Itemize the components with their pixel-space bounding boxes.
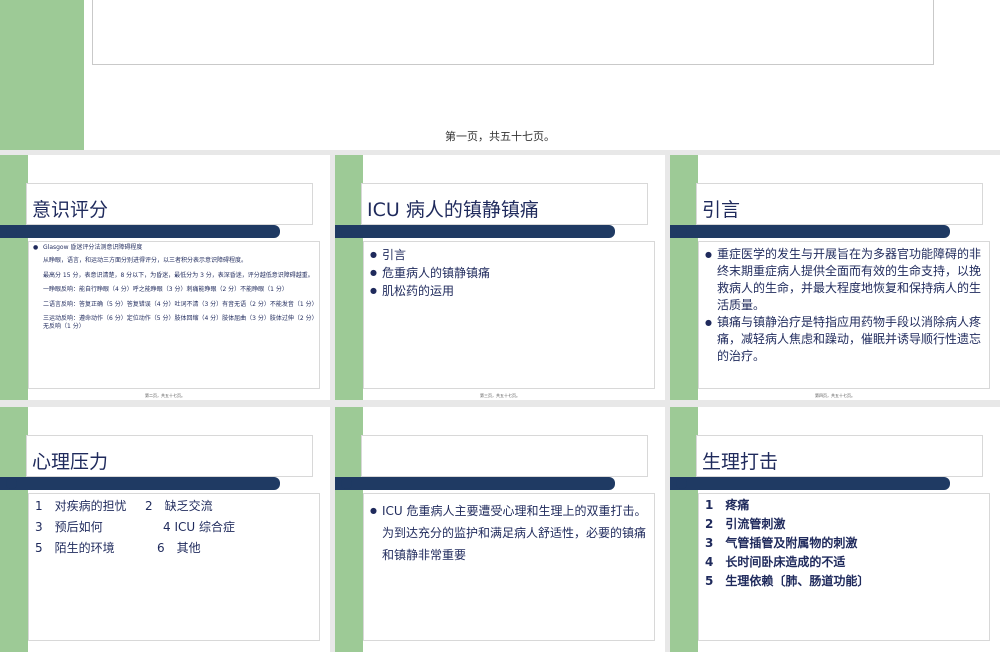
bullet-icon: ● <box>370 506 377 515</box>
bar-dot <box>341 478 352 489</box>
content-box: 1 对疾病的担忧 2 缺乏交流 3 预后如何 4 ICU 综合症 5 陌生的环境… <box>28 493 320 641</box>
page-footer: 第四页，共五十七页。 <box>815 393 855 398</box>
list-row: 1 对疾病的担忧 2 缺乏交流 <box>35 496 313 517</box>
slide-4: 引言 ● 重症医学的发生与开展旨在为多器官功能障碍的非终末期重症病人提供全面而有效… <box>670 155 1000 400</box>
green-band <box>0 155 28 400</box>
green-band <box>335 155 363 400</box>
slide-2: 意识评分 ● Glasgow 昏迷评分法测意识障碍程度 从睁眼，语言，和运动三方… <box>0 155 330 400</box>
bullet-icon: ● <box>33 244 39 251</box>
green-band <box>335 407 363 652</box>
item-text: 3 预后如何 <box>35 520 103 534</box>
bullet-item: ● Glasgow 昏迷评分法测意识障碍程度 <box>33 244 315 252</box>
bar-dot <box>676 226 687 237</box>
title-bar <box>670 477 950 490</box>
bar-dot <box>6 478 17 489</box>
list-item: ● 重症医学的发生与开展旨在为多器官功能障碍的非终末期重症病人提供全面而有效的生命… <box>705 246 983 314</box>
slide-7: 生理打击 1 疼痛 2 引流管刺激 3 气管插管及附属物的刺激 4 长时间卧床造… <box>670 407 1000 652</box>
content-box: ● ICU 危重病人主要遭受心理和生理上的双重打击。为到达充分的监护和满足病人舒适… <box>363 493 655 641</box>
paragraph: 一睁眼反响：能自行睁眼（4 分）呼之能睁眼（3 分）刺痛能睁眼（2 分）不能睁眼… <box>43 286 288 294</box>
bullet-icon: ● <box>370 250 377 259</box>
paragraph: 最高分 15 分，表意识清楚，8 分以下，为昏迷，最低分为 3 分，表深昏迷，评… <box>43 271 314 279</box>
item-text: 危重病人的镇静镇痛 <box>382 266 491 280</box>
title-bar <box>670 225 950 238</box>
item-text: 引言 <box>382 248 407 262</box>
bullet-icon: ● <box>705 318 712 327</box>
item-text: 肌松药的运用 <box>382 284 455 298</box>
slide-title: ICU 病人的镇静镇痛 <box>367 199 539 221</box>
slide-6: ● ICU 危重病人主要遭受心理和生理上的双重打击。为到达充分的监护和满足病人舒适… <box>335 407 665 652</box>
list-item: 3 气管插管及附属物的刺激 <box>705 536 858 550</box>
title-bar <box>335 225 615 238</box>
list-item: ● 镇痛与镇静治疗是特指应用药物手段以消除病人疼痛，减轻病人焦虑和躁动，催眠并诱导… <box>705 314 983 365</box>
slide-3: ICU 病人的镇静镇痛 ● 引言 ● 危重病人的镇静镇痛 ● 肌松药的运用 第三页，共… <box>335 155 665 400</box>
page-footer: 第一页，共五十七页。 <box>445 130 555 143</box>
bar-dot <box>341 226 352 237</box>
page-footer: 第三页，共五十七页。 <box>480 393 520 398</box>
list-item: ● ICU 危重病人主要遭受心理和生理上的双重打击。为到达充分的监护和满足病人舒适… <box>370 500 648 566</box>
list-item: ● 肌松药的运用 <box>370 282 648 300</box>
title-bar <box>335 477 615 490</box>
list-item: ● 引言 <box>370 246 648 264</box>
item-text: ICU 危重病人主要遭受心理和生理上的双重打击。为到达充分的监护和满足病人舒适性… <box>382 504 647 562</box>
item-text: 镇痛与镇静治疗是特指应用药物手段以消除病人疼痛，减轻病人焦虑和躁动，催眠并诱导顺… <box>717 315 982 363</box>
content-box: 1 疼痛 2 引流管刺激 3 气管插管及附属物的刺激 4 长时间卧床造成的不适 … <box>698 493 990 641</box>
item-text: 2 缺乏交流 <box>145 499 213 513</box>
bar-dot <box>676 478 687 489</box>
list-item: 1 疼痛 <box>705 498 750 512</box>
page-footer: 第二页，共五十七页。 <box>145 393 185 398</box>
slide-title: 意识评分 <box>32 199 109 221</box>
paragraph: 二语言反响：答复正确（5 分）答复错误（4 分）吐词不清（3 分）有音无语（2 … <box>43 300 318 308</box>
list-item: 5 生理依赖〔肺、肠道功能〕 <box>705 574 870 588</box>
item-text: 6 其他 <box>157 541 201 555</box>
slide-1: 第一页，共五十七页。 <box>0 0 1000 150</box>
list-item: 2 引流管刺激 <box>705 517 786 531</box>
green-band <box>670 407 698 652</box>
green-band <box>670 155 698 400</box>
bar-dot <box>6 226 17 237</box>
title-bar <box>0 225 280 238</box>
slide-title: 心理压力 <box>32 451 109 473</box>
slide-title: 引言 <box>702 199 741 221</box>
content-box: ● 重症医学的发生与开展旨在为多器官功能障碍的非终末期重症病人提供全面而有效的生命… <box>698 241 990 389</box>
item-text: 重症医学的发生与开展旨在为多器官功能障碍的非终末期重症病人提供全面而有效的生命支… <box>717 247 982 312</box>
bullet-icon: ● <box>370 286 377 295</box>
list-item: 4 长时间卧床造成的不适 <box>705 555 846 569</box>
list-row: 3 预后如何 4 ICU 综合症 <box>35 517 313 538</box>
bullet-icon: ● <box>705 250 712 259</box>
paragraph: 从睁眼，语言，和运动三方面分别进得评分，以三者积分表示意识障碍程度。 <box>43 257 248 265</box>
title-bar <box>0 477 280 490</box>
bullet-icon: ● <box>370 268 377 277</box>
slide-5: 心理压力 1 对疾病的担忧 2 缺乏交流 3 预后如何 4 ICU 综合症 5 … <box>0 407 330 652</box>
slide-title: 生理打击 <box>702 451 779 473</box>
content-box: ● 引言 ● 危重病人的镇静镇痛 ● 肌松药的运用 <box>363 241 655 389</box>
item-text: 1 对疾病的担忧 <box>35 499 127 513</box>
paragraph: 三运动反响：遵命动作（6 分）定位动作（5 分）肢体回缩（4 分）肢体屈曲（3 … <box>43 314 315 331</box>
content-box <box>92 0 934 65</box>
item-text: 4 ICU 综合症 <box>163 520 235 534</box>
list-item: ● 危重病人的镇静镇痛 <box>370 264 648 282</box>
item-text: 5 陌生的环境 <box>35 541 115 555</box>
title-box <box>361 435 648 477</box>
bullet-text: Glasgow 昏迷评分法测意识障碍程度 <box>43 244 143 251</box>
green-band <box>0 407 28 652</box>
content-box: ● Glasgow 昏迷评分法测意识障碍程度 从睁眼，语言，和运动三方面分别进得… <box>28 241 320 389</box>
list-row: 5 陌生的环境 6 其他 <box>35 538 313 559</box>
